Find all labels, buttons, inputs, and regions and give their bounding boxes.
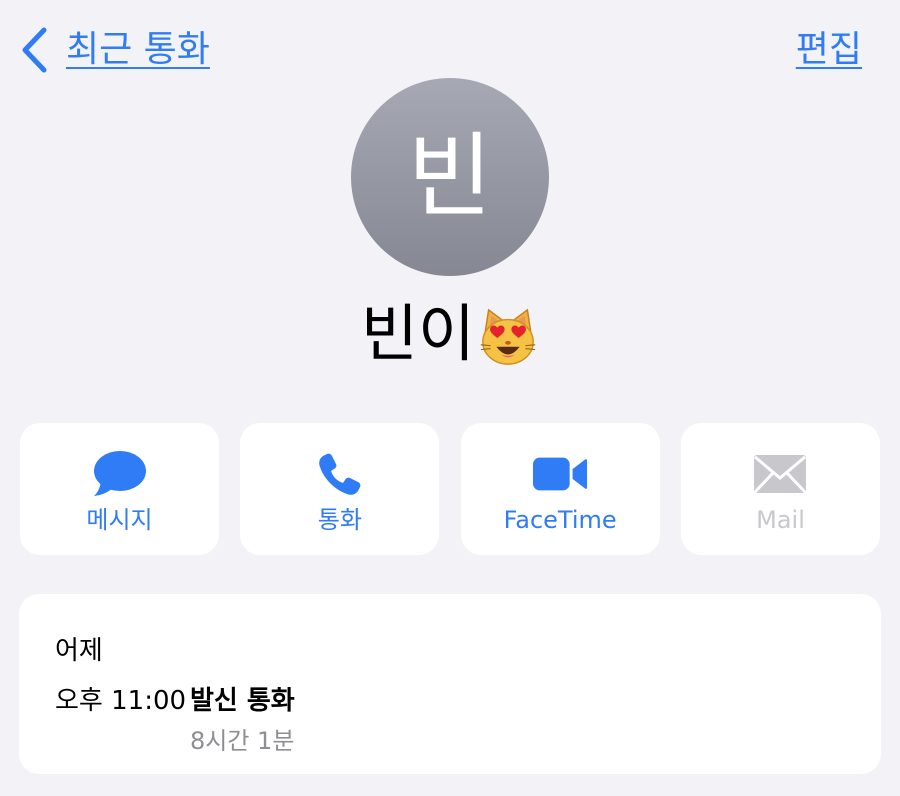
call-history-type: 발신 통화: [190, 686, 295, 716]
facetime-button[interactable]: FaceTime: [460, 423, 660, 555]
envelope-icon: [752, 449, 808, 499]
call-history-duration: 8시간 1분: [190, 727, 295, 755]
message-bubble-icon: [92, 449, 148, 499]
mail-button[interactable]: Mail: [680, 423, 880, 555]
avatar[interactable]: 빈: [351, 78, 549, 276]
message-button-label: 메시지: [86, 506, 153, 534]
call-history-time: 오후 11:00: [55, 686, 187, 716]
video-camera-icon: [532, 449, 588, 499]
call-history-date: 어제: [55, 636, 103, 666]
call-history-card: 어제 오후 11:00 발신 통화 8시간 1분: [19, 594, 881, 774]
phone-icon: [312, 449, 368, 499]
avatar-initial: 빈: [407, 123, 493, 230]
message-button[interactable]: 메시지: [20, 423, 219, 555]
smiling-cat-heart-eyes-emoji: [480, 308, 536, 365]
chevron-left-icon: [22, 27, 47, 73]
back-button[interactable]: 최근 통화: [20, 26, 210, 74]
call-button[interactable]: 통화: [240, 423, 440, 555]
contact-actions: 메시지 통화 FaceTime Mail: [20, 423, 880, 555]
contact-name: 빈이: [360, 297, 476, 370]
back-button-label: 최근 통화: [66, 29, 210, 70]
contact-name-row: 빈이: [0, 296, 900, 372]
mail-button-label: Mail: [756, 506, 805, 534]
call-button-label: 통화: [317, 506, 362, 534]
edit-button[interactable]: 편집: [796, 26, 862, 74]
facetime-button-label: FaceTime: [503, 506, 617, 534]
